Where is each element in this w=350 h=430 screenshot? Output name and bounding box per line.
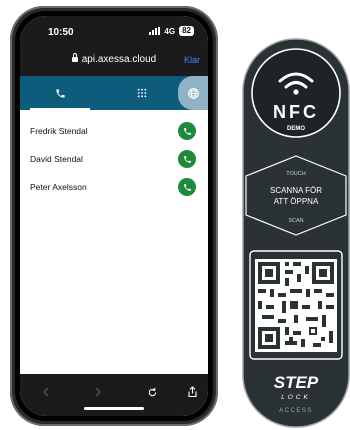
network-type: 4G — [164, 26, 176, 36]
call-button[interactable] — [178, 122, 196, 140]
instruction-line-1: SCANNA FÖR — [270, 186, 322, 195]
phone-screen: 10:50 4G 82 api.axessa.cloud Klar Fredri… — [20, 16, 208, 416]
contact-name: Fredrik Stendal — [30, 126, 88, 136]
share-icon — [187, 386, 197, 398]
address-field[interactable]: api.axessa.cloud — [20, 53, 208, 65]
url-bar[interactable]: api.axessa.cloud Klar — [20, 46, 208, 76]
phone-icon — [183, 127, 191, 135]
tab-bar — [20, 76, 208, 110]
call-button[interactable] — [178, 150, 196, 168]
tab-phone[interactable] — [20, 76, 100, 110]
contact-row: Fredrik Stendal — [20, 118, 208, 146]
browser-toolbar — [20, 374, 208, 416]
done-button[interactable]: Klar — [184, 55, 200, 65]
brand-access: ACCESS — [279, 408, 313, 414]
reload-icon — [148, 387, 156, 396]
globe-icon — [187, 87, 199, 99]
instruction-line-2: ATT ÖPPNA — [274, 197, 319, 206]
contact-name: David Stendal — [30, 154, 83, 164]
tab-web[interactable] — [178, 76, 208, 110]
home-indicator — [84, 407, 144, 410]
nfc-tag: NFC DEMO TOUCH SCANNA FÖR ATT ÖPPNA SCAN — [242, 38, 350, 428]
chevron-right-icon — [95, 387, 101, 397]
status-time: 10:50 — [48, 27, 74, 38]
phone-icon — [55, 88, 65, 98]
url-text: api.axessa.cloud — [81, 54, 157, 65]
scan-label: SCAN — [288, 218, 303, 224]
contact-name: Peter Axelsson — [30, 182, 87, 192]
qr-code — [255, 259, 337, 352]
contact-list: Fredrik Stendal David Stendal Peter Axel… — [20, 110, 208, 202]
touch-label: TOUCH — [286, 171, 305, 177]
status-bar: 10:50 4G 82 — [20, 16, 208, 46]
demo-label: DEMO — [287, 126, 305, 132]
wifi-dot — [293, 89, 299, 95]
phone-icon — [183, 183, 191, 191]
battery-icon: 82 — [179, 26, 194, 36]
share-button[interactable] — [184, 384, 200, 400]
reload-button[interactable] — [144, 384, 160, 400]
phone-mockup: 10:50 4G 82 api.axessa.cloud Klar Fredri… — [10, 6, 218, 426]
nfc-label: NFC — [273, 102, 319, 122]
status-indicators: 4G 82 — [149, 26, 194, 36]
brand-step: STEP — [274, 373, 319, 392]
contact-row: David Stendal — [20, 146, 208, 174]
chevron-left-icon — [43, 387, 49, 397]
back-button[interactable] — [38, 384, 54, 400]
contact-row: Peter Axelsson — [20, 174, 208, 202]
tab-dialpad[interactable] — [112, 76, 172, 110]
phone-icon — [183, 155, 191, 163]
lock-icon — [71, 53, 78, 62]
brand-lock: LOCK — [281, 394, 311, 401]
signal-icon — [149, 27, 161, 35]
forward-button[interactable] — [90, 384, 106, 400]
call-button[interactable] — [178, 178, 196, 196]
dialpad-icon — [137, 88, 147, 98]
